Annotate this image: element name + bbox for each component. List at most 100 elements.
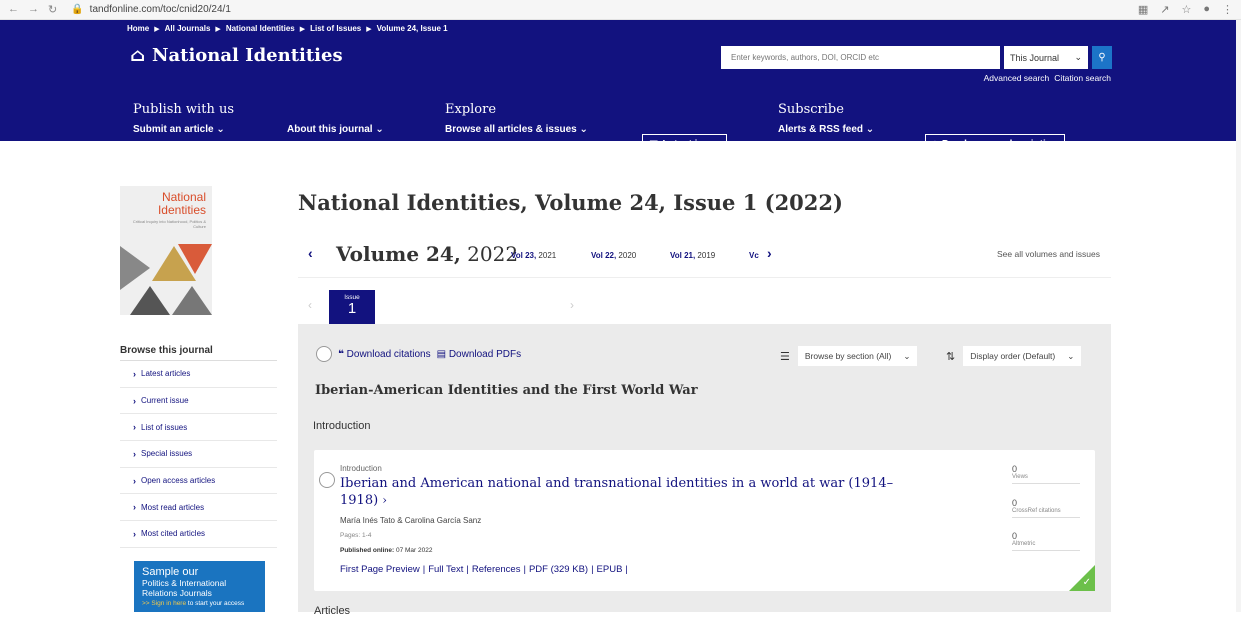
latest-issue-button[interactable]: ▤ Latest issue xyxy=(642,134,728,155)
sidebar-item-list-of-issues[interactable]: › List of issues xyxy=(120,414,277,442)
articles-heading: Articles xyxy=(314,605,351,617)
article-links: First Page Preview | Full Text | Reference… xyxy=(340,564,628,575)
metric-views: 0 Views xyxy=(1012,464,1080,484)
metric-altmetric: 0 Altmetric xyxy=(1012,531,1080,551)
promo-banner[interactable]: Sample our Politics & International Rela… xyxy=(134,561,265,612)
back-icon[interactable]: ← xyxy=(8,3,19,16)
display-order-select[interactable]: Display order (Default) ⌄ xyxy=(963,346,1082,366)
pdf-link[interactable]: PDF (329 KB) xyxy=(529,564,588,575)
book-icon: ▤ xyxy=(649,139,659,150)
address-bar[interactable]: tandfonline.com/toc/cnid20/24/1 xyxy=(90,4,231,15)
first-page-preview-link[interactable]: First Page Preview xyxy=(340,564,420,575)
browse-heading: Browse this journal xyxy=(120,345,277,361)
journal-cover[interactable]: National Identities Critical Inquiry int… xyxy=(120,186,212,315)
breadcrumb-current: Volume 24, Issue 1 xyxy=(376,24,448,33)
issue-contents: ❝ Download citations ▤ Download PDFs ☰ B… xyxy=(298,324,1111,617)
purchase-subscription-button[interactable]: + Purchase a subscription xyxy=(925,134,1065,155)
subscribe-title: Subscribe xyxy=(778,102,844,117)
breadcrumb-journal[interactable]: National Identities xyxy=(226,24,295,33)
search-button[interactable]: ⚲ xyxy=(1092,46,1112,69)
promo-signin[interactable]: >> Sign in here to start your access xyxy=(142,599,257,608)
breadcrumb-home[interactable]: Home xyxy=(127,24,149,33)
page-title: National Identities, Volume 24, Issue 1 … xyxy=(298,190,843,215)
sidebar-item-special-issues[interactable]: › Special issues xyxy=(120,441,277,468)
download-pdfs-link[interactable]: ▤ Download PDFs xyxy=(437,349,522,360)
volume-nav: ‹ Volume 24, 2022 Vol 23, 2021 Vol 22, 2… xyxy=(298,236,1111,278)
issue-tab-current[interactable]: Issue 1 xyxy=(329,290,375,326)
search-scope-value: This Journal xyxy=(1010,52,1060,63)
about-journal-menu[interactable]: About this journal ⌄ xyxy=(287,124,384,135)
volume-link[interactable]: Vol 21, 2019 xyxy=(670,251,715,260)
search-input[interactable] xyxy=(721,46,1000,69)
sidebar-item-current-issue[interactable]: › Current issue xyxy=(120,388,277,415)
cover-shape xyxy=(178,244,212,274)
issue-next-icon[interactable]: › xyxy=(570,298,574,312)
download-citations-link[interactable]: ❝ Download citations xyxy=(338,349,431,360)
profile-icon[interactable]: ● xyxy=(1203,3,1210,16)
cover-shape xyxy=(130,286,170,315)
cover-shape xyxy=(120,246,150,290)
volume-link[interactable]: Vol 22, 2020 xyxy=(591,251,636,260)
browse-section-select[interactable]: Browse by section (All) ⌄ xyxy=(797,346,918,366)
chevron-down-icon: ⌄ xyxy=(1074,52,1082,62)
home-icon: ⌂ xyxy=(130,45,146,66)
scrollbar[interactable] xyxy=(1236,20,1241,612)
article-authors[interactable]: María Inés Tato & Carolina García Sanz xyxy=(340,516,481,525)
promo-line1: Sample our xyxy=(142,566,199,578)
volume-link[interactable]: Vol 23, 2021 xyxy=(511,251,556,260)
issue-number: 1 xyxy=(347,300,357,317)
article-pages: Pages: 1-4 xyxy=(340,532,372,539)
star-icon[interactable]: ☆ xyxy=(1181,3,1191,16)
section-subheading: Introduction xyxy=(313,420,371,432)
share-icon[interactable]: ↗ xyxy=(1160,3,1169,16)
article-type: Introduction xyxy=(340,464,382,473)
section-title: Iberian-American Identities and the Firs… xyxy=(315,383,698,398)
issue-prev-icon[interactable]: ‹ xyxy=(308,298,312,312)
issue-nav: ‹ Issue 1 › xyxy=(298,288,1111,326)
breadcrumb-list-of-issues[interactable]: List of Issues xyxy=(310,24,361,33)
reload-icon[interactable]: ↻ xyxy=(48,3,57,16)
see-all-volumes-link[interactable]: See all volumes and issues xyxy=(997,249,1100,259)
metric-crossref: 0 CrossRef citations xyxy=(1012,498,1080,518)
chevron-right-icon[interactable]: › xyxy=(767,245,772,261)
citation-search-link[interactable]: Citation search xyxy=(1054,73,1111,83)
article-card: Introduction Iberian and American nation… xyxy=(314,450,1095,591)
submit-article-menu[interactable]: Submit an article ⌄ xyxy=(133,124,225,135)
article-title-link[interactable]: Iberian and American national and transn… xyxy=(340,475,900,509)
search-scope-select[interactable]: This Journal ⌄ xyxy=(1004,46,1088,69)
chevron-left-icon[interactable]: ‹ xyxy=(308,245,313,261)
references-link[interactable]: References xyxy=(472,564,521,575)
translate-icon[interactable]: ▦ xyxy=(1138,3,1148,16)
promo-line2: Politics & International Relations Journ… xyxy=(142,578,227,598)
cover-title: National Identities xyxy=(157,190,206,217)
cover-shape xyxy=(172,286,212,315)
browser-toolbar: ← → ↻ 🔒 tandfonline.com/toc/cnid20/24/1 ▦ ↗ ☆… xyxy=(0,0,1241,20)
sidebar-item-open-access[interactable]: › Open access articles xyxy=(120,468,277,495)
sidebar-item-latest-articles[interactable]: › Latest articles xyxy=(120,361,277,388)
journal-title-link[interactable]: ⌂ National Identities xyxy=(130,45,343,66)
epub-link[interactable]: EPUB xyxy=(597,564,623,575)
pdf-icon: ▤ xyxy=(436,348,447,360)
article-checkbox[interactable] xyxy=(319,472,335,488)
sidebar-item-most-cited[interactable]: › Most cited articles xyxy=(120,521,277,548)
volume-link[interactable]: Vc xyxy=(749,251,759,260)
full-text-link[interactable]: Full Text xyxy=(428,564,463,575)
alerts-menu[interactable]: Alerts & RSS feed ⌄ xyxy=(778,124,874,135)
forward-icon[interactable]: → xyxy=(28,3,39,16)
browse-journal-panel: Browse this journal › Latest articles › Cu… xyxy=(120,345,277,548)
article-published: Published online: 07 Mar 2022 xyxy=(340,547,433,554)
browse-all-menu[interactable]: Browse all articles & issues ⌄ xyxy=(445,124,588,135)
checkmark-icon: ✓ xyxy=(1082,577,1091,588)
sort-icon: ⇅ xyxy=(946,350,956,363)
publish-title: Publish with us xyxy=(133,102,234,117)
advanced-search-link[interactable]: Advanced search xyxy=(984,73,1050,83)
sidebar-item-most-read[interactable]: › Most read articles xyxy=(120,494,277,522)
journal-title: National Identities xyxy=(152,45,343,66)
lock-icon: 🔒 xyxy=(71,4,84,15)
breadcrumb: Home ▶ All Journals ▶ National Identities ▶… xyxy=(127,24,448,33)
list-icon: ☰ xyxy=(780,350,790,363)
menu-icon[interactable]: ⋮ xyxy=(1222,3,1233,16)
search-icon: ⚲ xyxy=(1098,52,1106,63)
breadcrumb-all-journals[interactable]: All Journals xyxy=(165,24,211,33)
select-all-checkbox[interactable] xyxy=(316,346,332,362)
